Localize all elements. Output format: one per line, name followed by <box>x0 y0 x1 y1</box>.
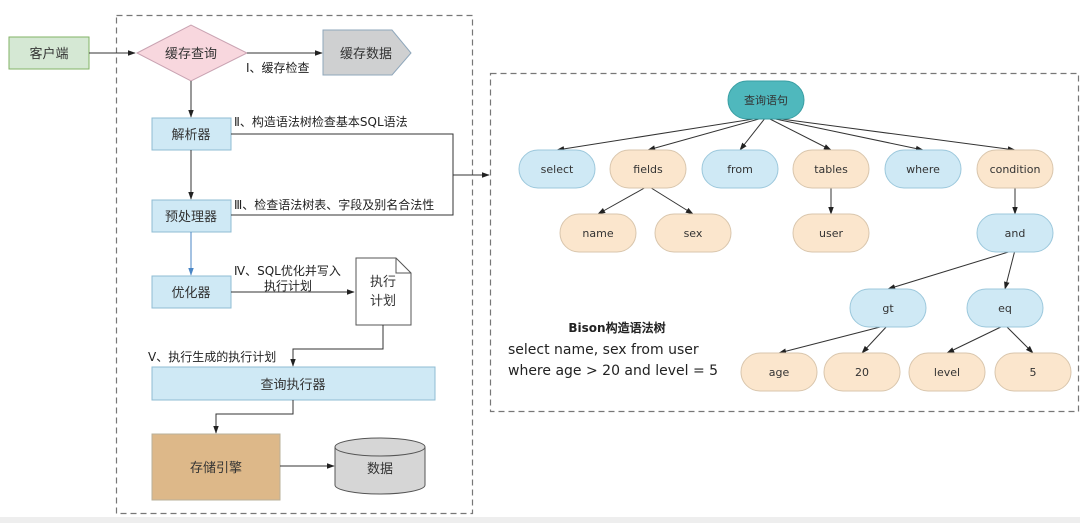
query-executor-label: 查询执行器 <box>260 378 325 393</box>
tree-edge <box>556 116 767 152</box>
client-node: 客户端 <box>8 36 90 70</box>
step-4-label-line1: Ⅳ、SQL优化并写入 <box>234 264 341 278</box>
tree-node-t-user: user <box>792 213 870 253</box>
tree-node-label: condition <box>990 163 1041 176</box>
tree-node-label: user <box>819 227 843 240</box>
plan-to-executor-arrow <box>290 325 384 367</box>
tree-edge <box>861 324 889 354</box>
tree-node-a-eq: eq <box>966 288 1044 328</box>
data-label: 数据 <box>367 462 393 477</box>
step-1-label: Ⅰ、缓存检查 <box>246 60 310 75</box>
step-4-label-line2: 执行计划 <box>264 279 312 293</box>
cache-query-node: 缓存查询 <box>135 24 249 82</box>
bison-caption: Bison构造语法树 select name, sex from user wh… <box>508 320 718 379</box>
step-2-label: Ⅱ、构造语法树检查基本SQL语法 <box>234 114 408 129</box>
tree-edge <box>946 324 1006 354</box>
parser-node: 解析器 <box>151 117 232 151</box>
tree-edge <box>765 116 1016 152</box>
tree-node-l1-fields: fields <box>609 149 687 189</box>
step-5-label: Ⅴ、执行生成的执行计划 <box>148 349 276 364</box>
execution-plan-doc: 执行 计划 <box>355 257 412 326</box>
tree-node-a-gt: gt <box>849 288 927 328</box>
storage-engine-node: 存储引擎 <box>151 433 281 501</box>
tree-node-label: select <box>541 163 574 176</box>
query-executor-node: 查询执行器 <box>151 366 436 401</box>
data-database-icon: 数据 <box>334 437 426 495</box>
preprocessor-label: 预处理器 <box>165 210 217 225</box>
execution-plan-label-1: 执行 <box>370 275 396 290</box>
tree-node-g-age: age <box>740 352 818 392</box>
tree-edge <box>1004 324 1034 354</box>
tree-node-label: 20 <box>855 366 869 379</box>
tree-node-f-name: name <box>559 213 637 253</box>
tree-node-label: name <box>582 227 613 240</box>
caption-sql-line2: where age > 20 and level = 5 <box>508 363 718 379</box>
mysql-query-flow-diagram: 客户端 缓存查询 Ⅰ、缓存检查 缓存数据 解析器 Ⅱ、构造语法树检查基本SQL语… <box>8 14 1080 515</box>
tree-edge <box>647 185 694 215</box>
tree-node-label: 5 <box>1030 366 1037 379</box>
tree-node-l1-where: where <box>884 149 962 189</box>
execution-plan-label-2: 计划 <box>370 294 396 309</box>
tree-edge <box>887 249 1016 290</box>
caption-sql-line1: select name, sex from user <box>508 342 699 358</box>
caption-title: Bison构造语法树 <box>568 320 665 335</box>
tree-node-g-20: 20 <box>823 352 901 392</box>
tree-node-and: and <box>976 213 1054 253</box>
tree-node-l1-condition: condition <box>976 149 1054 189</box>
tree-node-label: tables <box>814 163 848 176</box>
tree-node-label: and <box>1005 227 1026 240</box>
tree-node-l1-select: select <box>518 149 596 189</box>
tree-edge <box>1004 249 1016 290</box>
tree-node-label: fields <box>633 163 663 176</box>
preprocessor-node: 预处理器 <box>151 199 232 233</box>
tree-node-label: eq <box>998 302 1012 315</box>
tree-node-root: 查询语句 <box>727 80 805 120</box>
cache-query-label: 缓存查询 <box>165 47 217 62</box>
tree-node-label: sex <box>684 227 703 240</box>
parser-label: 解析器 <box>171 128 210 143</box>
optimizer-node: 优化器 <box>151 275 232 309</box>
cache-data-node: 缓存数据 <box>322 29 412 76</box>
tree-node-e-level: level <box>908 352 986 392</box>
parser-to-tree-line <box>231 133 454 175</box>
tree-node-label: level <box>934 366 960 379</box>
bottom-strip <box>0 517 1080 523</box>
storage-engine-label: 存储引擎 <box>190 461 242 476</box>
cache-data-label: 缓存数据 <box>340 47 392 62</box>
tree-node-f-sex: sex <box>654 213 732 253</box>
tree-edge <box>778 324 889 354</box>
tree-node-e-5: 5 <box>994 352 1072 392</box>
tree-node-l1-from: from <box>701 149 779 189</box>
tree-edge <box>765 116 832 151</box>
tree-node-label: gt <box>882 302 894 315</box>
tree-node-label: where <box>906 163 940 176</box>
tree-node-label: age <box>769 366 790 379</box>
tree-edge <box>739 116 767 151</box>
executor-to-storage-arrow <box>213 400 294 434</box>
step-3-label: Ⅲ、检查语法树表、字段及别名合法性 <box>234 197 434 212</box>
optimizer-label: 优化器 <box>171 286 210 301</box>
tree-edge <box>765 116 924 152</box>
tree-node-label: 查询语句 <box>744 93 788 107</box>
tree-edge <box>647 116 767 151</box>
tree-edge <box>597 185 649 215</box>
tree-node-label: from <box>727 163 753 176</box>
client-label: 客户端 <box>29 46 68 62</box>
tree-node-l1-tables: tables <box>792 149 870 189</box>
